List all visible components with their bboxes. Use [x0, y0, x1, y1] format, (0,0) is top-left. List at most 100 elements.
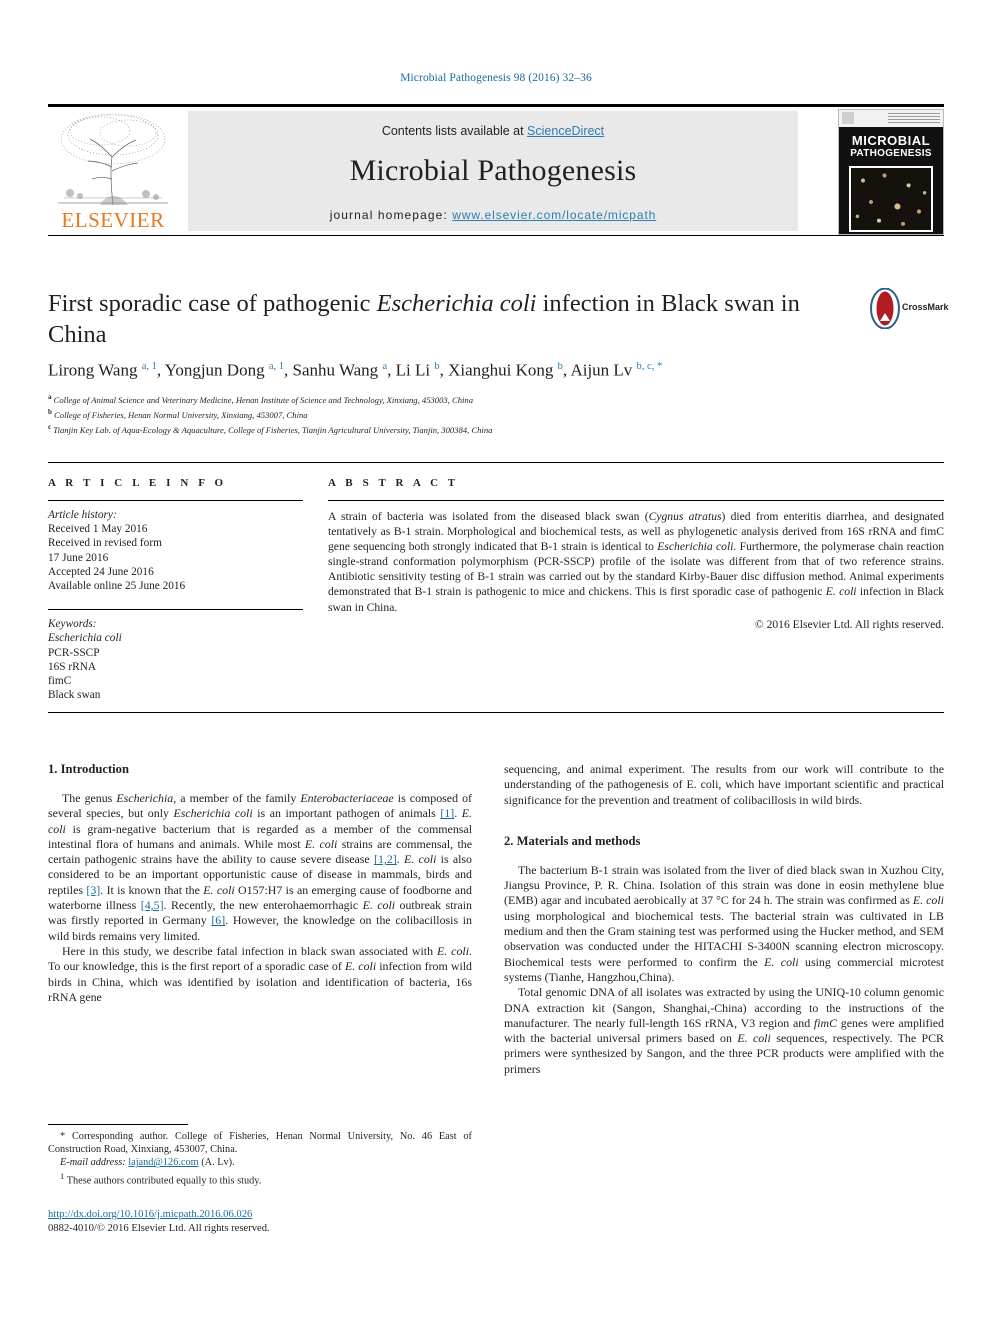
running-head: Microbial Pathogenesis 98 (2016) 32–36	[400, 72, 592, 84]
txt-i: Escherichia coli	[173, 806, 253, 821]
txt: The genus	[62, 791, 117, 805]
title-species-italic: Escherichia coli	[376, 290, 537, 317]
cover-publisher-mark-icon	[842, 112, 854, 124]
footnote-equal-contribution: 1 These authors contributed equally to t…	[48, 1170, 472, 1188]
author-separator: ,	[284, 360, 293, 380]
cover-header-lines	[888, 113, 940, 124]
abstract-species-1: Cygnus atratus	[648, 510, 722, 523]
equal-contrib-text: These authors contributed equally to thi…	[66, 1175, 262, 1187]
elsevier-tree-icon	[58, 113, 168, 206]
txt: , a member of the family	[173, 791, 301, 805]
title-part-1: First sporadic case of pathogenic	[48, 290, 377, 317]
txt: Here in this study, we describe fatal in…	[62, 943, 437, 958]
journal-homepage-link[interactable]: www.elsevier.com/locate/micpath	[452, 208, 656, 222]
methods-paragraph-1: The bacterium B-1 strain was isolated fr…	[504, 863, 944, 985]
author-separator: ,	[387, 360, 396, 380]
affiliation-item: c Tianjin Key Lab. of Aqua-Ecology & Aqu…	[48, 421, 928, 436]
history-item: Available online 25 June 2016	[48, 580, 186, 593]
body-column-right: sequencing, and animal experiment. The r…	[504, 762, 944, 1077]
cover-journal-title: MICROBIAL PATHOGENESIS	[839, 134, 943, 160]
intro-paragraph-2-continued: sequencing, and animal experiment. The r…	[504, 762, 944, 808]
affiliation-list: a College of Animal Science and Veterina…	[48, 391, 928, 436]
keyword-item: 16S rRNA	[48, 660, 97, 673]
doi-link[interactable]: http://dx.doi.org/10.1016/j.micpath.2016…	[48, 1209, 252, 1220]
author-name: Lirong Wang	[48, 360, 142, 380]
info-abstract-top-rule	[48, 462, 944, 463]
footnote-email: E-mail address: lajand@126.com (A. Lv).	[48, 1156, 472, 1169]
footnote-block: * Corresponding author. College of Fishe…	[48, 1124, 472, 1187]
abstract-seg: A strain of bacteria was isolated from t…	[328, 510, 649, 523]
txt-i: Escherichia	[116, 791, 174, 805]
homepage-label: journal homepage:	[329, 208, 453, 222]
email-label: E-mail address:	[60, 1157, 129, 1169]
citation-ref-1[interactable]: [1]	[440, 806, 454, 820]
author-name: Sanhu Wang	[292, 360, 383, 380]
article-info-rule	[48, 500, 303, 501]
page-title: First sporadic case of pathogenic Escher…	[48, 288, 838, 350]
section-heading-materials-methods: 2. Materials and methods	[504, 833, 641, 848]
journal-masthead: ELSEVIER Contents lists available at Sci…	[48, 104, 944, 236]
author-name: Xianghui Kong	[448, 360, 558, 380]
article-history-block: Article history: Received 1 May 2016 Rec…	[48, 508, 303, 593]
keyword-item: Escherichia coli	[48, 632, 122, 645]
txt: . Recently, the new enterohaemorrhagic	[163, 898, 363, 913]
affiliation-text: College of Fisheries, Henan Normal Unive…	[51, 410, 308, 421]
abstract-species-2: Escherichia coli	[657, 540, 734, 554]
email-suffix: (A. Lv).	[198, 1157, 235, 1169]
citation-ref-5[interactable]: [6]	[211, 913, 225, 927]
txt-i: fimC	[813, 1015, 838, 1030]
abstract-species-3: E. coli	[825, 585, 857, 599]
keywords-rule	[48, 609, 303, 611]
keywords-label: Keywords:	[48, 618, 97, 631]
txt-i: E. coli	[764, 954, 799, 969]
issn-copyright: 0882-4010/© 2016 Elsevier Ltd. All right…	[48, 1223, 270, 1234]
author-name: Li Li	[395, 360, 435, 380]
section-heading-introduction: 1. Introduction	[48, 762, 129, 776]
author-affiliation-mark: b, c, *	[636, 361, 663, 372]
article-info-heading: A R T I C L E I N F O	[48, 477, 227, 489]
cover-micrograph-image	[849, 166, 933, 232]
elsevier-logo: ELSEVIER	[50, 109, 176, 233]
elsevier-wordmark: ELSEVIER	[61, 208, 165, 232]
author-separator: ,	[156, 360, 165, 380]
info-abstract-bottom-rule	[48, 712, 944, 713]
journal-article-page: Microbial Pathogenesis 98 (2016) 32–36 E…	[0, 0, 992, 1323]
cover-title-line1: MICROBIAL	[851, 133, 931, 148]
txt: .	[454, 806, 462, 821]
contents-line: Contents lists available at ScienceDirec…	[188, 124, 798, 138]
author-name: Yongjun Dong	[164, 360, 269, 380]
article-history-label: Article history:	[48, 509, 117, 521]
txt-i: E. coli	[437, 943, 470, 958]
txt: .	[396, 852, 405, 867]
abstract-column: A B S T R A C T A strain of bacteria was…	[328, 477, 944, 631]
citation-ref-3[interactable]: [3]	[86, 883, 100, 897]
abstract-copyright: © 2016 Elsevier Ltd. All rights reserved…	[754, 617, 944, 631]
footnote-mark-1: 1	[60, 1170, 65, 1181]
affiliation-item: a College of Animal Science and Veterina…	[48, 391, 928, 406]
author-name: Aijun Lv	[570, 360, 637, 380]
sciencedirect-link[interactable]: ScienceDirect	[527, 124, 604, 138]
citation-ref-2[interactable]: [1,2]	[374, 852, 397, 866]
history-item: Received 1 May 2016	[48, 523, 148, 536]
history-item: 17 June 2016	[48, 551, 109, 564]
txt-i: E. coli	[362, 898, 396, 913]
keyword-item: Black swan	[48, 689, 101, 702]
citation-ref-4[interactable]: [4,5]	[141, 898, 164, 912]
history-item: Received in revised form	[48, 537, 162, 550]
author-separator: ,	[439, 360, 449, 380]
txt: . It is known that the	[100, 882, 204, 897]
email-link[interactable]: lajand@126.com	[128, 1157, 198, 1168]
txt: sequencing, and animal experiment. The r…	[504, 762, 944, 807]
affiliation-text: Tianjin Key Lab. of Aqua-Ecology & Aquac…	[51, 425, 493, 436]
masthead-center: Contents lists available at ScienceDirec…	[188, 111, 798, 231]
journal-title: Microbial Pathogenesis	[349, 154, 637, 187]
intro-paragraph-1: The genus Escherichia, a member of the f…	[48, 791, 472, 944]
txt: is an important pathogen of animals	[252, 806, 441, 821]
affiliation-item: b College of Fisheries, Henan Normal Uni…	[48, 406, 928, 421]
txt-i: Enterobacteriaceae	[300, 791, 394, 805]
txt-i: E. coli	[912, 893, 944, 908]
crossmark-badge[interactable]: CrossMark	[870, 288, 949, 332]
footer-doi-block: http://dx.doi.org/10.1016/j.micpath.2016…	[48, 1208, 472, 1236]
footnote-corresponding-author: * Corresponding author. College of Fishe…	[48, 1131, 472, 1156]
author-list: Lirong Wang a, 1, Yongjun Dong a, 1, San…	[48, 356, 928, 382]
